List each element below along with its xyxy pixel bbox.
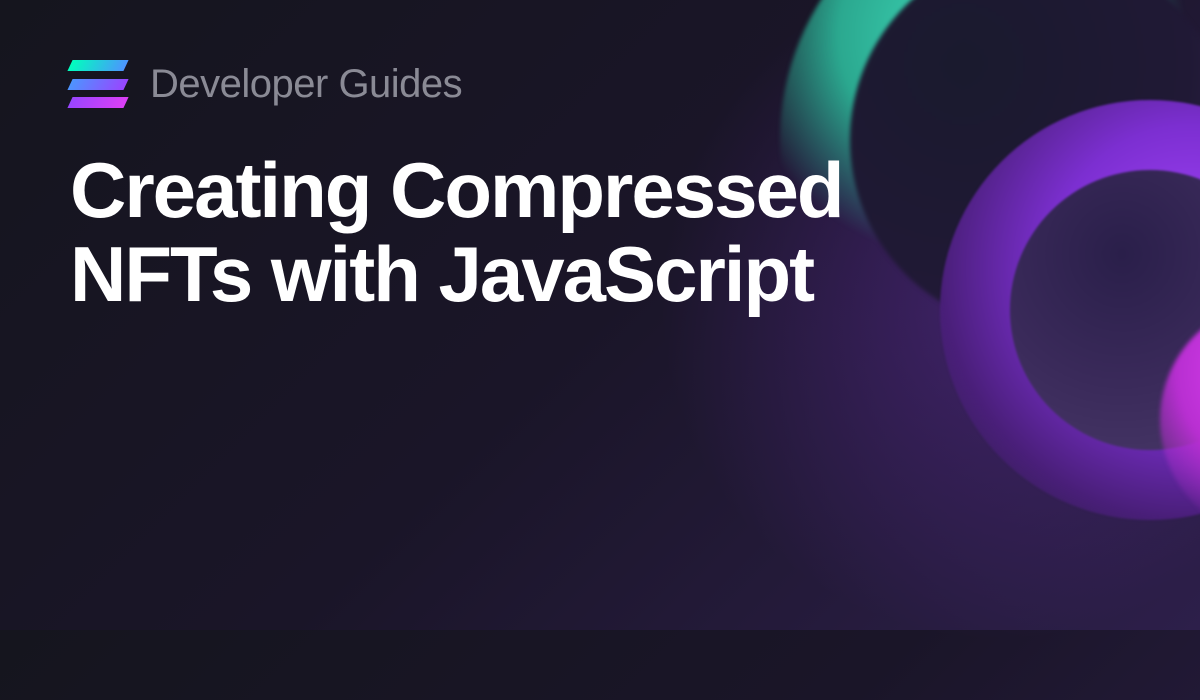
page-title: Creating Compressed NFTs with JavaScript bbox=[70, 148, 970, 316]
logo-bar-bottom bbox=[67, 97, 128, 108]
logo-bar-top bbox=[67, 60, 128, 71]
logo-bar-middle bbox=[67, 79, 128, 90]
category-label: Developer Guides bbox=[150, 62, 462, 107]
solana-logo-icon bbox=[70, 60, 126, 108]
header: Developer Guides bbox=[70, 60, 1130, 108]
content-container: Developer Guides Creating Compressed NFT… bbox=[0, 0, 1200, 376]
